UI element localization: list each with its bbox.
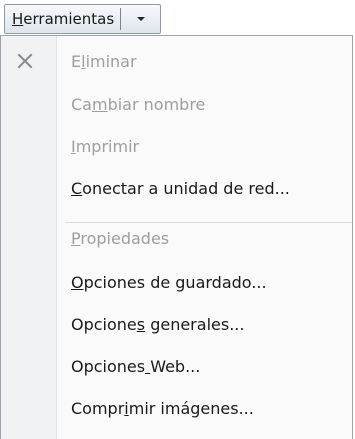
menu-item-propiedades[interactable]: Propiedades [1,218,352,258]
menu-item-conectar-a-unidad-de-red[interactable]: Conectar a unidad de red... [1,168,352,208]
menu-item-imprimir[interactable]: Imprimir [1,126,352,166]
delete-x-icon [15,51,35,71]
menu-item-label: Opciones generales... [71,314,245,334]
menu-item-opciones-de-guardado[interactable]: Opciones de guardado... [1,262,352,302]
chevron-down-icon[interactable] [121,5,160,33]
tools-menu-button[interactable]: Herramientas [4,4,161,34]
menu-item-label: Imprimir [71,136,140,156]
tools-dropdown-menu: Eliminar Cambiar nombre Imprimir Conectar a… [0,35,353,439]
menu-item-label: Opciones Web... [71,356,201,376]
app-window: Herramientas Eliminar Cambiar nombre Impri… [0,0,355,439]
menu-item-comprimir-imagenes[interactable]: Comprimir imágenes... [1,388,352,428]
menu-item-label: Propiedades [71,228,170,248]
menu-item-cambiar-nombre[interactable]: Cambiar nombre [1,84,352,124]
tools-button-label[interactable]: Herramientas [5,5,118,33]
menu-item-label: Opciones de guardado... [71,272,267,292]
menu-item-label: Conectar a unidad de red... [71,178,290,198]
menu-item-opciones-web[interactable]: Opciones Web... [1,346,352,386]
menu-item-label: Comprimir imágenes... [71,398,254,418]
menu-item-label: Eliminar [71,51,137,71]
menu-item-opciones-generales[interactable]: Opciones generales... [1,304,352,344]
menu-item-label: Cambiar nombre [71,94,206,114]
menu-item-eliminar[interactable]: Eliminar [1,41,352,81]
